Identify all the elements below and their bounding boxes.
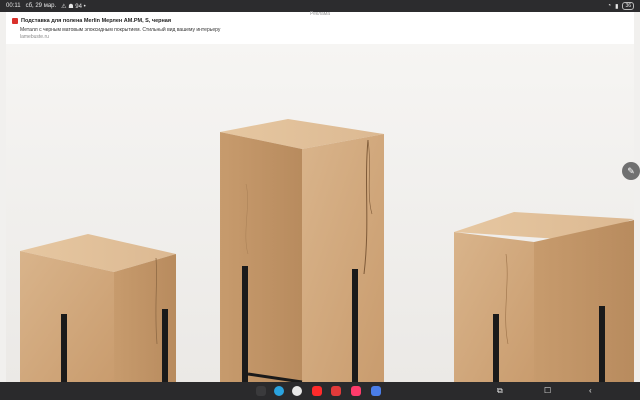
product-photo xyxy=(6,44,634,382)
ad-title[interactable]: Подставка для полена Merlin Мерлен AM.PM… xyxy=(21,18,171,24)
status-date: сб, 29 мар. xyxy=(25,3,57,9)
advertiser-logo-icon xyxy=(12,18,18,24)
home-icon[interactable]: ☐ xyxy=(544,387,551,395)
battery-indicator: 36 xyxy=(622,2,634,10)
calendar-icon[interactable] xyxy=(371,386,381,396)
status-notifications: ⚠ ☗ 94 • xyxy=(61,3,86,10)
music-icon[interactable] xyxy=(351,386,361,396)
recent-apps-icon[interactable]: ⧉ xyxy=(497,387,503,395)
pencil-icon[interactable]: ✎ xyxy=(622,162,640,180)
recorder-icon[interactable] xyxy=(331,386,341,396)
chrome-icon[interactable] xyxy=(292,386,302,396)
signal-icon: ▮ xyxy=(615,3,619,10)
ad-description: Металл с черным матовым эпоксидным покры… xyxy=(20,27,221,33)
apps-grid-icon[interactable] xyxy=(256,386,266,396)
status-time: 00:11 xyxy=(6,3,21,9)
ad-label: Реклама xyxy=(309,11,331,17)
wooden-stools-illustration xyxy=(20,119,634,382)
taskbar: ⧉ ☐ ‹ xyxy=(0,382,640,400)
telegram-icon[interactable] xyxy=(274,386,284,396)
youtube-icon[interactable] xyxy=(312,386,322,396)
back-icon[interactable]: ‹ xyxy=(589,387,592,395)
ad-domain[interactable]: lamebuste.ru xyxy=(20,34,49,40)
wifi-icon: ◔ xyxy=(607,3,612,9)
ad-banner[interactable]: Реклама Подставка для полена Merlin Мерл… xyxy=(6,11,634,44)
